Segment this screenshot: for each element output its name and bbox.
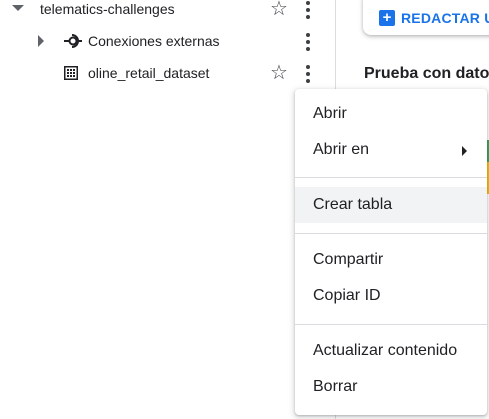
menu-item-label: Crear tabla: [313, 196, 393, 213]
menu-item-refresh[interactable]: Actualizar contenido: [295, 333, 487, 369]
menu-item-create-table[interactable]: Crear tabla: [295, 187, 487, 223]
section-title: Prueba con datos: [364, 65, 489, 82]
compose-button[interactable]: + REDACTAR U: [363, 0, 489, 35]
project-label[interactable]: telematics-challenges: [40, 1, 175, 17]
context-menu: Abrir Abrir en Crear tabla Compartir Cop…: [295, 89, 487, 415]
compose-label: REDACTAR U: [401, 10, 489, 26]
menu-item-share[interactable]: Compartir: [295, 242, 487, 278]
menu-item-label: Borrar: [313, 378, 358, 395]
plus-icon: +: [379, 10, 395, 26]
caret-down-icon[interactable]: [12, 5, 24, 11]
more-options-icon[interactable]: [306, 1, 310, 19]
menu-item-label: Actualizar contenido: [313, 342, 458, 359]
external-connections-label[interactable]: Conexiones externas: [88, 33, 220, 49]
menu-item-copy-id[interactable]: Copiar ID: [295, 278, 487, 314]
dataset-label[interactable]: oline_retail_dataset: [88, 65, 209, 81]
menu-item-label: Abrir en: [313, 141, 370, 158]
submenu-arrow-icon: [462, 146, 467, 156]
menu-separator: [295, 324, 487, 325]
dataset-grid-icon: [64, 66, 78, 80]
star-icon[interactable]: ☆: [270, 0, 288, 19]
external-connection-icon: [64, 34, 82, 48]
menu-item-label: Compartir: [313, 251, 384, 268]
more-options-icon[interactable]: [306, 65, 310, 83]
more-options-icon[interactable]: [306, 33, 310, 51]
menu-separator: [295, 233, 487, 234]
caret-right-icon[interactable]: [38, 35, 44, 47]
menu-item-label: Abrir: [313, 105, 347, 122]
menu-item-open[interactable]: Abrir: [295, 96, 487, 132]
star-icon[interactable]: ☆: [270, 63, 288, 83]
menu-separator: [295, 177, 487, 178]
menu-item-delete[interactable]: Borrar: [295, 369, 487, 405]
menu-item-open-in[interactable]: Abrir en: [295, 132, 487, 168]
menu-item-label: Copiar ID: [313, 287, 381, 304]
